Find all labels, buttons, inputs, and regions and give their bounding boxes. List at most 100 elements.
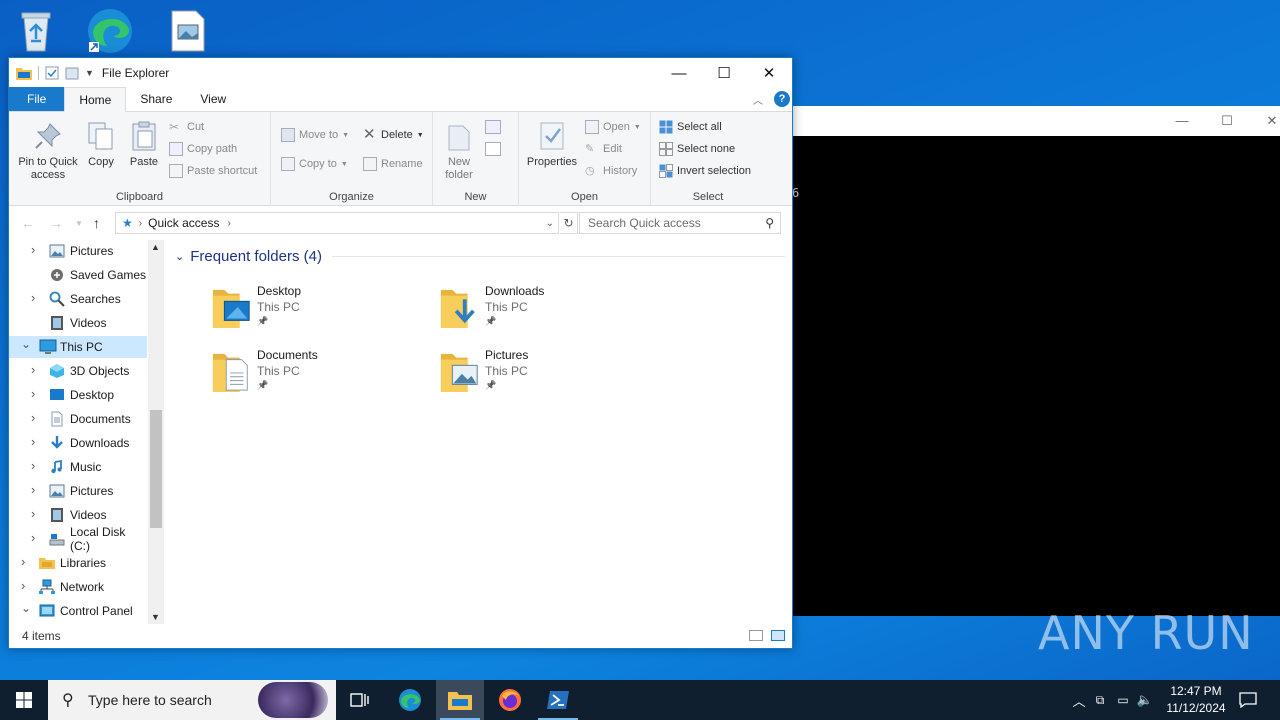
nav-item-music[interactable]: › Music — [9, 456, 147, 478]
expand-chevron-icon[interactable]: › — [31, 242, 35, 257]
new-folder-button[interactable]: New folder — [437, 116, 481, 182]
collapse-chevron-icon[interactable]: ⌄ — [21, 601, 31, 615]
expand-chevron-icon[interactable]: › — [31, 410, 35, 425]
expand-chevron-icon[interactable]: › — [31, 482, 35, 497]
console-titlebar[interactable]: — ☐ ✕ — [770, 106, 1280, 136]
title-bar[interactable]: ▼ File Explorer — ☐ ✕ — [9, 58, 792, 88]
nav-item-desktop[interactable]: › Desktop — [9, 384, 147, 406]
tab-home[interactable]: Home — [64, 87, 127, 112]
expand-chevron-icon[interactable]: › — [21, 554, 25, 569]
collapse-section-icon[interactable]: ⌄ — [175, 250, 184, 263]
network-tray-icon[interactable]: ▭ — [1112, 693, 1134, 707]
paste-shortcut-button[interactable]: Paste shortcut — [169, 164, 257, 178]
select-none-button[interactable]: Select none — [659, 142, 735, 156]
close-button[interactable]: ✕ — [746, 58, 792, 88]
console-maximize-button[interactable]: ☐ — [1207, 110, 1247, 132]
image-file-icon[interactable] — [162, 6, 214, 56]
edit-button[interactable]: ✎ Edit — [585, 142, 622, 156]
paste-button[interactable]: Paste — [127, 116, 161, 169]
search-box[interactable]: Search Quick access ⚲ — [579, 212, 781, 234]
copy-to-button[interactable]: Copy to ▼ — [281, 157, 348, 171]
expand-chevron-icon[interactable]: › — [21, 578, 25, 593]
scroll-up-icon[interactable]: ▲ — [151, 242, 160, 252]
new-item-icon[interactable] — [485, 120, 501, 134]
tab-view[interactable]: View — [186, 87, 240, 111]
up-arrow-icon[interactable]: ↑ — [93, 215, 100, 231]
nav-item-pictures[interactable]: › Pictures — [9, 480, 147, 502]
firefox-taskbar-button[interactable] — [486, 680, 534, 720]
nav-item-3d-objects[interactable]: › 3D Objects — [9, 360, 147, 382]
pin-quick-access-button[interactable]: Pin to Quick access — [13, 116, 83, 182]
task-view-button[interactable] — [336, 680, 384, 720]
volume-icon[interactable]: 🔈 — [1134, 692, 1156, 708]
expand-chevron-icon[interactable]: › — [31, 386, 35, 401]
nav-item-this-pc[interactable]: ⌄ This PC — [9, 336, 147, 358]
details-view-icon[interactable] — [749, 630, 763, 641]
expand-chevron-icon[interactable]: › — [31, 290, 35, 305]
taskbar-clock[interactable]: 12:47 PM 11/12/2024 — [1158, 683, 1234, 717]
frequent-folders-header[interactable]: ⌄ Frequent folders (4) — [175, 248, 785, 265]
nav-scrollbar[interactable]: ▲ ▼ — [148, 240, 164, 624]
expand-chevron-icon[interactable]: › — [31, 530, 35, 545]
collapse-chevron-icon[interactable]: ⌄ — [21, 337, 31, 351]
folder-tile-downloads[interactable]: Downloads This PC 📌 — [439, 284, 659, 340]
copy-path-button[interactable]: Copy path — [169, 142, 237, 156]
refresh-icon[interactable]: ↻ — [560, 212, 578, 234]
nav-item-pictures[interactable]: › Pictures — [9, 240, 147, 262]
console-close-button[interactable]: ✕ — [1252, 110, 1280, 132]
nav-item-control-panel[interactable]: ⌄ Control Panel — [9, 600, 147, 622]
edge-desktop-icon[interactable] — [84, 6, 136, 56]
maximize-button[interactable]: ☐ — [701, 58, 747, 88]
properties-button[interactable]: Properties — [523, 116, 581, 169]
content-pane[interactable]: ⌄ Frequent folders (4) Desktop This PC 📌 Do… — [167, 240, 792, 624]
nav-item-local-disk-c[interactable]: › Local Disk (C:) — [9, 525, 147, 553]
edge-taskbar-button[interactable] — [386, 680, 434, 720]
recent-locations-icon[interactable]: ▼ — [75, 219, 83, 228]
powershell-taskbar-button[interactable] — [534, 680, 582, 720]
breadcrumb-chevron-icon[interactable]: › — [227, 218, 230, 229]
address-bar[interactable]: ★ › Quick access › ⌄ — [115, 212, 559, 234]
back-arrow-icon[interactable]: ← — [21, 215, 35, 231]
scroll-down-icon[interactable]: ▼ — [151, 612, 160, 622]
scrollbar-thumb[interactable] — [150, 410, 162, 528]
qat-dropdown-icon[interactable]: ▼ — [85, 68, 94, 78]
nav-item-documents[interactable]: › Documents — [9, 408, 147, 430]
help-icon[interactable]: ? — [774, 91, 790, 107]
collapse-ribbon-icon[interactable]: ︿ — [753, 92, 763, 107]
console-minimize-button[interactable]: — — [1162, 110, 1202, 132]
nav-item-network[interactable]: › Network — [9, 576, 147, 598]
invert-selection-button[interactable]: Invert selection — [659, 164, 751, 178]
open-button[interactable]: Open ▼ — [585, 120, 641, 134]
breadcrumb-quick-access[interactable]: Quick access — [148, 216, 219, 230]
rename-button[interactable]: Rename — [363, 157, 423, 171]
expand-chevron-icon[interactable]: › — [31, 362, 35, 377]
minimize-button[interactable]: — — [656, 58, 702, 88]
select-all-button[interactable]: Select all — [659, 120, 722, 134]
folder-tile-documents[interactable]: Documents This PC 📌 — [211, 348, 431, 404]
meet-now-icon[interactable]: ⧉ — [1088, 693, 1112, 708]
notifications-button[interactable] — [1228, 680, 1268, 720]
nav-item-saved-games[interactable]: Saved Games — [9, 264, 147, 286]
console-window[interactable]: — ☐ ✕ 6 — [770, 106, 1280, 616]
copy-button[interactable]: Copy — [85, 116, 117, 169]
forward-arrow-icon[interactable]: → — [49, 215, 63, 231]
start-button[interactable] — [0, 680, 48, 720]
expand-chevron-icon[interactable]: › — [31, 458, 35, 473]
expand-chevron-icon[interactable]: › — [31, 506, 35, 521]
move-to-button[interactable]: Move to ▼ — [281, 128, 349, 142]
history-button[interactable]: ◷ History — [585, 164, 637, 178]
large-icons-view-icon[interactable] — [771, 630, 785, 641]
nav-item-videos[interactable]: › Videos — [9, 504, 147, 526]
cut-button[interactable]: ✂ Cut — [169, 120, 204, 134]
new-folder-qat-icon[interactable] — [65, 66, 79, 80]
delete-button[interactable]: ✕ Delete ▼ — [363, 127, 424, 142]
tab-share[interactable]: Share — [126, 87, 186, 111]
nav-item-libraries[interactable]: › Libraries — [9, 552, 147, 574]
show-hidden-icons-icon[interactable]: ︿ — [1070, 691, 1088, 710]
folder-tile-desktop[interactable]: Desktop This PC 📌 — [211, 284, 431, 340]
properties-qat-icon[interactable] — [45, 66, 59, 80]
navigation-pane[interactable]: › Pictures Saved Games › Searches Videos ⌄ This… — [9, 240, 165, 624]
address-dropdown-icon[interactable]: ⌄ — [546, 218, 554, 229]
search-icon[interactable]: ⚲ — [765, 216, 774, 230]
recycle-bin-icon[interactable] — [10, 6, 62, 56]
